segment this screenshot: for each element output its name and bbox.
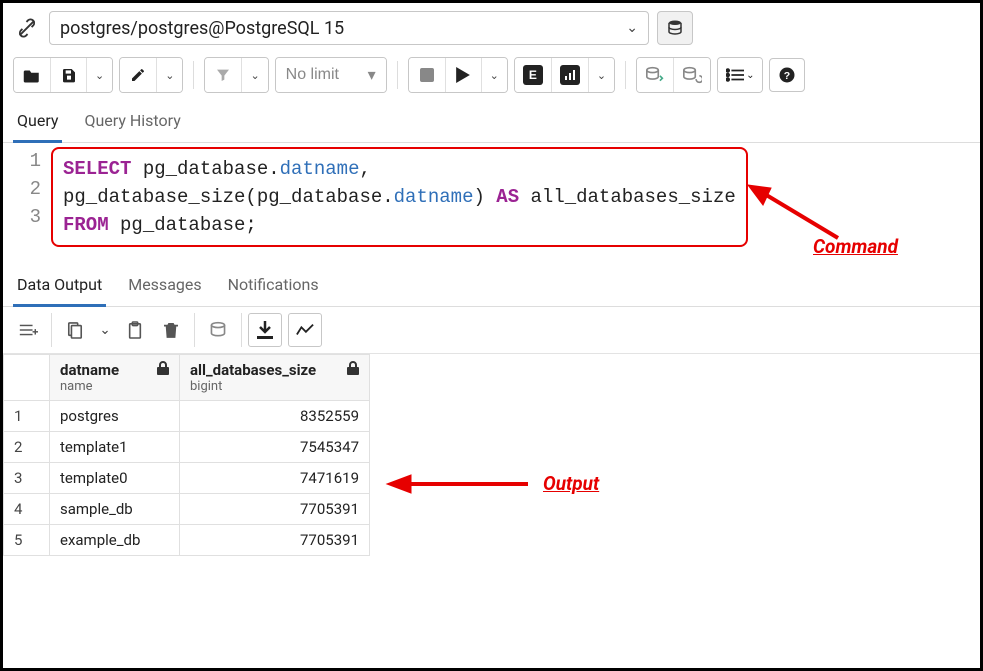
editor-tabs: Query Query History bbox=[3, 103, 980, 143]
copy-button[interactable] bbox=[58, 313, 92, 347]
filter-dropdown[interactable]: ⌄ bbox=[241, 58, 267, 92]
explain-analyze-button[interactable] bbox=[551, 58, 588, 92]
execute-dropdown[interactable]: ⌄ bbox=[481, 58, 507, 92]
macros-button[interactable]: ⌄ bbox=[718, 58, 762, 92]
annotation-output: Output bbox=[543, 472, 599, 495]
select-database-button[interactable] bbox=[657, 11, 693, 45]
code-area[interactable]: SELECT pg_database.datname, pg_database_… bbox=[51, 147, 748, 247]
line-gutter: 123 bbox=[3, 147, 51, 247]
connection-selector[interactable]: postgres/postgres@PostgreSQL 15 ⌄ bbox=[49, 11, 649, 45]
copy-dropdown[interactable]: ⌄ bbox=[94, 313, 116, 347]
arrow-command-icon bbox=[743, 183, 843, 243]
add-row-button[interactable] bbox=[11, 313, 45, 347]
edit-button[interactable] bbox=[120, 58, 156, 92]
table-row[interactable]: 2template17545347 bbox=[4, 432, 370, 463]
save-dropdown[interactable]: ⌄ bbox=[86, 58, 112, 92]
save-data-button[interactable] bbox=[201, 313, 235, 347]
divider bbox=[625, 61, 626, 89]
output-tabs: Data Output Messages Notifications bbox=[3, 267, 980, 307]
table-row[interactable]: 1postgres8352559 bbox=[4, 401, 370, 432]
main-toolbar: ⌄ ⌄ ⌄ No limit▾ ⌄ E ⌄ ⌄ ? bbox=[3, 53, 980, 103]
save-button[interactable] bbox=[50, 58, 86, 92]
sql-editor[interactable]: 123 SELECT pg_database.datname, pg_datab… bbox=[3, 143, 980, 261]
lock-icon bbox=[347, 361, 359, 375]
result-grid-wrap: datnamename all_databases_sizebigint 1po… bbox=[3, 354, 980, 556]
filter-button[interactable] bbox=[205, 58, 241, 92]
result-grid[interactable]: datnamename all_databases_sizebigint 1po… bbox=[3, 354, 370, 556]
limit-selector[interactable]: No limit▾ bbox=[276, 58, 386, 92]
execute-button[interactable] bbox=[445, 58, 481, 92]
chevron-down-icon: ⌄ bbox=[626, 20, 638, 36]
commit-button[interactable] bbox=[637, 58, 673, 92]
tab-messages[interactable]: Messages bbox=[124, 267, 205, 306]
rollback-button[interactable] bbox=[673, 58, 710, 92]
divider bbox=[397, 61, 398, 89]
kw-select: SELECT bbox=[63, 158, 131, 180]
explain-dropdown[interactable]: ⌄ bbox=[588, 58, 614, 92]
limit-label: No limit bbox=[286, 66, 339, 84]
divider bbox=[193, 61, 194, 89]
connection-label: postgres/postgres@PostgreSQL 15 bbox=[60, 18, 344, 39]
download-button[interactable] bbox=[248, 313, 282, 347]
edit-dropdown[interactable]: ⌄ bbox=[156, 58, 182, 92]
explain-button[interactable]: E bbox=[515, 58, 551, 92]
tab-query-history[interactable]: Query History bbox=[80, 103, 184, 142]
tab-notifications[interactable]: Notifications bbox=[224, 267, 323, 306]
tab-query[interactable]: Query bbox=[13, 103, 62, 143]
table-row[interactable]: 5example_db7705391 bbox=[4, 525, 370, 556]
graph-button[interactable] bbox=[288, 313, 322, 347]
svg-text:?: ? bbox=[784, 70, 790, 82]
column-header-size[interactable]: all_databases_sizebigint bbox=[180, 355, 370, 401]
connection-bar: postgres/postgres@PostgreSQL 15 ⌄ bbox=[3, 3, 980, 53]
paste-button[interactable] bbox=[118, 313, 152, 347]
disconnected-icon[interactable] bbox=[13, 14, 41, 42]
lock-icon bbox=[157, 361, 169, 375]
help-button[interactable]: ? bbox=[769, 58, 805, 92]
delete-button[interactable] bbox=[154, 313, 188, 347]
output-toolbar: ⌄ bbox=[3, 307, 980, 354]
tab-data-output[interactable]: Data Output bbox=[13, 267, 106, 307]
row-header-corner bbox=[4, 355, 50, 401]
column-header-datname[interactable]: datnamename bbox=[50, 355, 180, 401]
table-row[interactable]: 4sample_db7705391 bbox=[4, 494, 370, 525]
annotation-command: Command bbox=[813, 235, 898, 258]
table-row[interactable]: 3template07471619 bbox=[4, 463, 370, 494]
stop-button[interactable] bbox=[409, 58, 445, 92]
open-file-button[interactable] bbox=[14, 58, 50, 92]
arrow-output-icon bbox=[383, 469, 533, 499]
